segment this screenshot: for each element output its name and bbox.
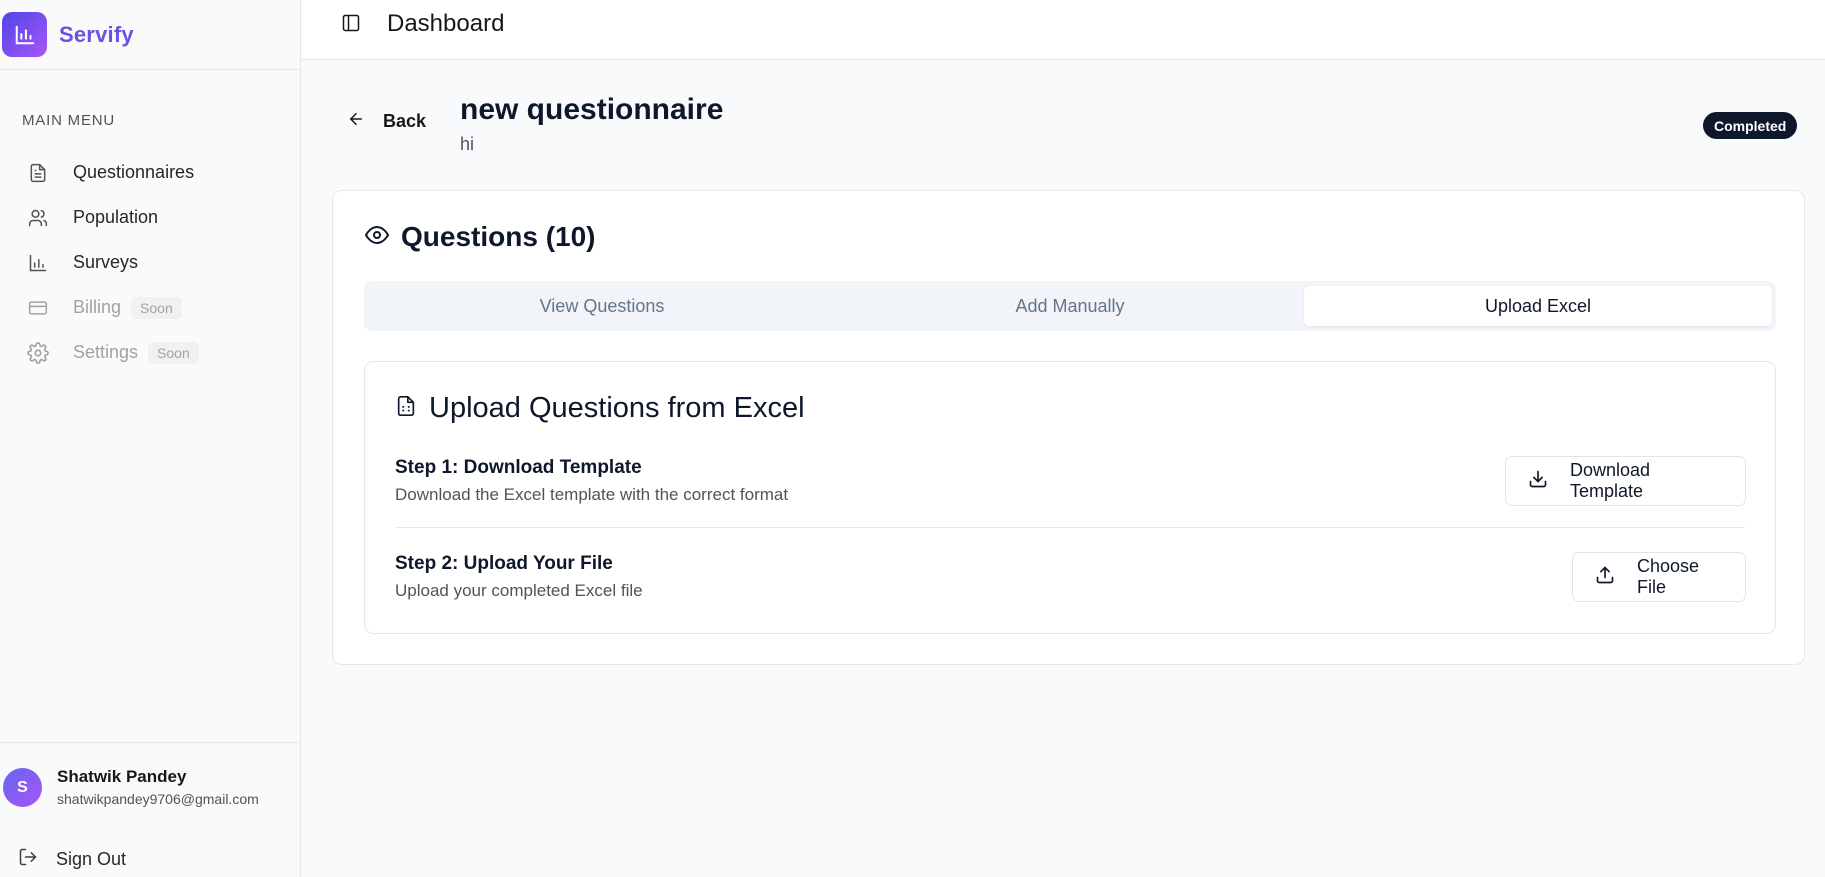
upload-icon: [1595, 565, 1615, 590]
top-bar: Dashboard: [301, 0, 1825, 60]
sidebar-toggle-button[interactable]: [338, 12, 364, 38]
arrow-left-icon: [347, 110, 365, 133]
choose-file-button[interactable]: Choose File: [1572, 552, 1746, 602]
tab-upload-excel[interactable]: Upload Excel: [1304, 286, 1772, 326]
avatar[interactable]: S: [3, 768, 42, 807]
download-icon: [1528, 469, 1548, 494]
users-icon: [27, 207, 49, 229]
tab-add-manually[interactable]: Add Manually: [836, 286, 1304, 326]
sidebar-item-questionnaires[interactable]: Questionnaires: [0, 150, 300, 195]
soon-badge: Soon: [148, 341, 199, 364]
bar-chart-icon: [27, 252, 49, 274]
user-email: shatwikpandey9706@gmail.com: [57, 791, 259, 807]
tab-view-questions[interactable]: View Questions: [368, 286, 836, 326]
sidebar-item-billing: Billing Soon: [0, 285, 300, 330]
brand-name: Servify: [59, 21, 134, 47]
choose-file-label: Choose File: [1637, 556, 1700, 597]
download-template-label: Download Template: [1570, 460, 1651, 501]
bar-chart-logo-icon: [2, 12, 47, 57]
credit-card-icon: [27, 297, 49, 319]
brand[interactable]: Servify: [0, 0, 300, 70]
sidebar-item-label: Questionnaires: [73, 162, 195, 182]
soon-badge: Soon: [131, 296, 182, 319]
sidebar-item-surveys[interactable]: Surveys: [0, 240, 300, 285]
page-title: Dashboard: [387, 10, 505, 37]
step-description: Upload your completed Excel file: [395, 581, 643, 600]
questions-card-header: Questions (10): [364, 221, 596, 253]
back-button[interactable]: Back: [347, 110, 426, 133]
file-text-icon: [27, 162, 49, 184]
step-upload-file: Step 2: Upload Your File Upload your com…: [395, 553, 1745, 601]
panel-left-icon: [341, 13, 361, 38]
log-out-icon: [18, 847, 38, 872]
user-name: Shatwik Pandey: [57, 767, 187, 786]
sidebar-item-label: Billing: [73, 297, 122, 317]
back-label: Back: [383, 111, 427, 131]
main-menu: Questionnaires Population Surveys Billin…: [0, 150, 300, 375]
questionnaire-title: new questionnaire: [460, 93, 724, 126]
sign-out-label: Sign Out: [56, 849, 127, 869]
gear-icon: [27, 341, 49, 364]
file-spreadsheet-icon: [395, 394, 417, 423]
questionnaire-description: hi: [460, 134, 475, 154]
questions-card-title: Questions (10): [401, 221, 596, 252]
download-template-button[interactable]: Download Template: [1505, 456, 1746, 506]
upload-panel-header: Upload Questions from Excel: [395, 392, 805, 425]
upload-panel-title: Upload Questions from Excel: [429, 392, 805, 424]
step-title: Step 2: Upload Your File: [395, 553, 613, 574]
sidebar-item-label: Population: [73, 207, 159, 227]
upload-panel: Upload Questions from Excel Step 1: Down…: [364, 361, 1776, 634]
user-profile: S Shatwik Pandey shatwikpandey9706@gmail…: [0, 742, 300, 877]
status-badge: Completed: [1703, 112, 1798, 139]
eye-icon: [364, 223, 390, 252]
sidebar-item-population[interactable]: Population: [0, 195, 300, 240]
sidebar-item-label: Surveys: [73, 252, 139, 272]
sidebar: Servify MAIN MENU Questionnaires Populat…: [0, 0, 301, 877]
menu-title: MAIN MENU: [22, 112, 116, 129]
divider: [395, 527, 1745, 528]
questions-card: Questions (10) View Questions Add Manual…: [332, 190, 1805, 665]
sign-out-button[interactable]: Sign Out: [18, 847, 126, 872]
sidebar-item-label: Settings: [73, 342, 139, 362]
question-tabs: View Questions Add Manually Upload Excel: [364, 281, 1776, 331]
sidebar-item-settings: Settings Soon: [0, 330, 300, 375]
